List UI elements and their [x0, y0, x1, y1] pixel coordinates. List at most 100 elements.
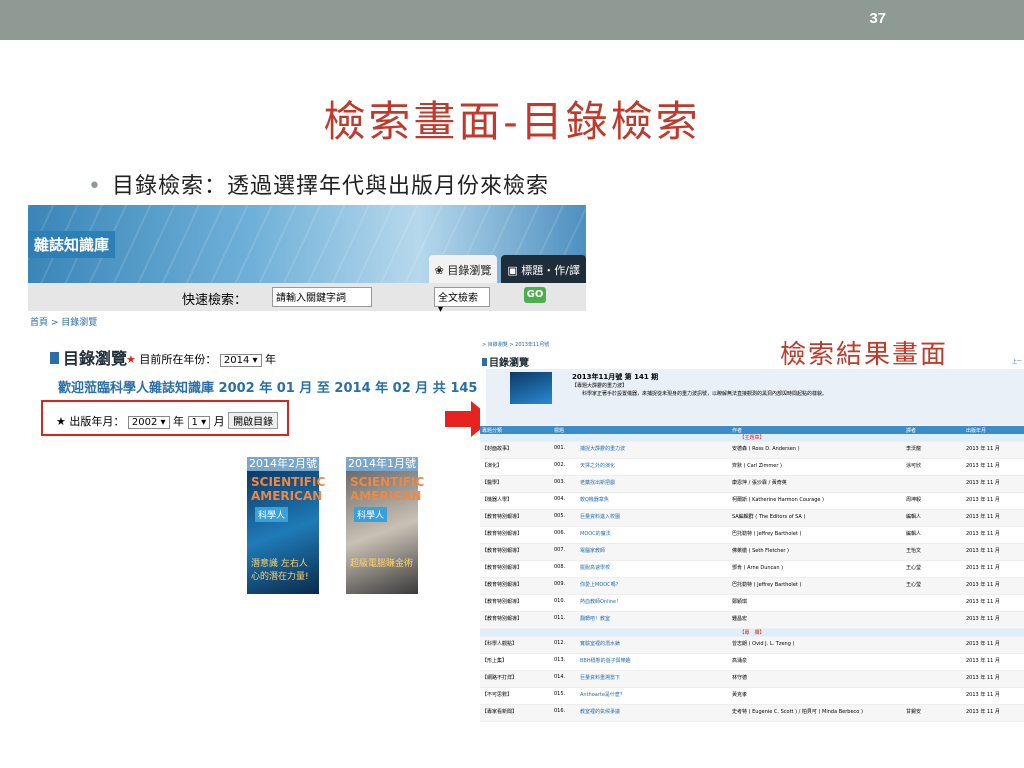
- issue-heading: 2013年11月號 第 141 期: [572, 373, 659, 381]
- pub-month-select[interactable]: 1 ▾: [187, 416, 211, 429]
- open-catalog-button[interactable]: 開啟目錄: [228, 412, 279, 429]
- date-cell: 2013 年 11 月: [964, 458, 1024, 476]
- title-link[interactable]: 天擇之外的演化: [578, 458, 730, 476]
- table-row: 【專家看新聞】 016. 教室裡的氣候爭議 史考特 ( Eugenie C. Scot…: [480, 704, 1024, 722]
- table-row: 【教育特別報導】 005. 巨量資料進入校園 SA編輯群 ( The Editors …: [480, 509, 1024, 527]
- magazine-cover[interactable]: 2014年2月號 SCIENTIFIC AMERICAN 科學人 潛意識 左右人…: [247, 457, 325, 594]
- nav-tabs: ❀ 目錄瀏覽 ▣ 標題・作/譯: [428, 255, 586, 283]
- number-cell: 015.: [552, 687, 578, 705]
- category-cell: 【科學人觀點】: [480, 636, 552, 654]
- category-cell: 【教育特別報導】: [480, 543, 552, 561]
- search-scope-select[interactable]: 全文檢索 ▾: [434, 287, 490, 315]
- cover-label: 2014年2月號: [247, 457, 319, 471]
- title-link[interactable]: 巨量資料重溯當下: [578, 670, 730, 688]
- table-row: 【形上集】 013. BBH穩態的遊子與樂趣 高涌泉 2013 年 11 月: [480, 653, 1024, 671]
- table-header-row: 專題分類 標題 作者 譯者 出版年月: [480, 426, 1024, 434]
- translator-cell: 王怡文: [904, 543, 964, 561]
- title-link[interactable]: 你愛上MOOC嗎？: [578, 577, 730, 595]
- author-cell: 鍾昌宏: [730, 611, 904, 629]
- title-link[interactable]: 老藥找出新把戲: [578, 475, 730, 493]
- table-section-row: 【主題章】: [480, 434, 1024, 442]
- current-year-line: ★ 目前所在年份： 2014 ▾ 年: [126, 353, 277, 367]
- col-author: 作者: [730, 426, 904, 434]
- title-link[interactable]: 熱血教師Online！: [578, 594, 730, 612]
- magazine-cover[interactable]: 2014年1月號 SCIENTIFIC AMERICAN 科學人 超級電腦賺金術: [346, 457, 424, 594]
- current-year-select[interactable]: 2014 ▾: [219, 354, 262, 367]
- title-link[interactable]: MOOC的魔法: [578, 526, 730, 544]
- author-cell: 巴托勒特 ( Jeffrey Bartholet ): [730, 577, 904, 595]
- number-cell: 013.: [552, 653, 578, 671]
- author-cell: 柯爾斯 ( Katherine Harmon Courage ): [730, 492, 904, 510]
- table-row: 【醫學】 003. 老藥找出新把戲 康恩萍 / 張沙霖 / 黃奇英 2013 年 11 …: [480, 475, 1024, 493]
- date-cell: 2013 年 11 月: [964, 636, 1024, 654]
- tab-catalog-browse[interactable]: ❀ 目錄瀏覽: [428, 255, 498, 283]
- date-cell: 2013 年 11 月: [964, 509, 1024, 527]
- date-cell: 2013 年 11 月: [964, 543, 1024, 561]
- title-link[interactable]: 實驗室裡的潛水錶: [578, 636, 730, 654]
- number-cell: 006.: [552, 526, 578, 544]
- title-link[interactable]: 教室裡的氣候爭議: [578, 704, 730, 722]
- col-category: 專題分類: [480, 426, 552, 434]
- table-row: 【教育特別報導】 011. 翻轉吧！教室 鍾昌宏 2013 年 11 月: [480, 611, 1024, 629]
- result-section-title: 目錄瀏覽: [482, 354, 529, 369]
- go-button[interactable]: GO: [524, 287, 546, 303]
- search-icon: ▣: [507, 264, 522, 277]
- number-cell: 005.: [552, 509, 578, 527]
- issue-cover-thumbnail[interactable]: [510, 372, 552, 404]
- title-link[interactable]: BBH穩態的遊子與樂趣: [578, 653, 730, 671]
- translator-cell: 編輯人: [904, 509, 964, 527]
- category-cell: 【教育特別報導】: [480, 611, 552, 629]
- article-table: 專題分類 標題 作者 譯者 出版年月 【主題章】 【封面故事】 001. 捕捉大霹靂的…: [480, 426, 1024, 722]
- number-cell: 016.: [552, 704, 578, 722]
- title-link[interactable]: 擺脫高速學校: [578, 560, 730, 578]
- translator-cell: 周坤毅: [904, 492, 964, 510]
- date-cell: 2013 年 11 月: [964, 526, 1024, 544]
- search-result-screenshot: > 目錄瀏覽 > 2013年11月號 目錄瀏覽 上一 檢索結果畫面 2013年1…: [480, 338, 1024, 768]
- title-link[interactable]: 軟Q機器章魚: [578, 492, 730, 510]
- author-cell: 林守德: [730, 670, 904, 688]
- pub-year-select[interactable]: 2002 ▾: [127, 416, 170, 429]
- section-label: 【專 欄】: [480, 628, 1024, 637]
- title-link[interactable]: Anthoarte是什麼？: [578, 687, 730, 705]
- table-row: 【網路不打烊】 014. 巨量資料重溯當下 林守德 2013 年 11 月: [480, 670, 1024, 688]
- translator-cell: [904, 653, 964, 671]
- table-row: 【教育特別報導】 010. 熱血教師Online！ 鄭穎琪 2013 年 11 月: [480, 594, 1024, 612]
- translator-cell: 編輯人: [904, 526, 964, 544]
- author-cell: 齊默 ( Carl Zimmer ): [730, 458, 904, 476]
- number-cell: 004.: [552, 492, 578, 510]
- translator-cell: 王心瑩: [904, 577, 964, 595]
- prev-link[interactable]: 上一: [1012, 358, 1022, 365]
- author-cell: 巴托勒特 ( Jeffrey Bartholet ): [730, 526, 904, 544]
- tab-title-author[interactable]: ▣ 標題・作/譯: [501, 255, 586, 283]
- author-cell: 黃克孝: [730, 687, 904, 705]
- author-cell: 佛萊徹 ( Seth Fletcher ): [730, 543, 904, 561]
- title-link[interactable]: 翻轉吧！教室: [578, 611, 730, 629]
- author-cell: 康恩萍 / 張沙霖 / 黃奇英: [730, 475, 904, 493]
- number-cell: 001.: [552, 441, 578, 459]
- welcome-text: 歡迎蒞臨科學人雜誌知識庫 2002 年 01 月 至 2014 年 02 月 共…: [58, 381, 495, 396]
- translator-cell: [904, 611, 964, 629]
- table-row: 【機器人學】 004. 軟Q機器章魚 柯爾斯 ( Katherine Harmon C…: [480, 492, 1024, 510]
- cover-label: 2014年1月號: [346, 457, 418, 471]
- category-cell: 【演化】: [480, 458, 552, 476]
- issue-description: 科學家正著手於設置儀器，來捕捉從未現身的重力波訊號，以瞭解無法直接觀測的黑洞內部…: [582, 391, 828, 397]
- date-cell: 2013 年 11 月: [964, 687, 1024, 705]
- author-cell: 安德森 ( Ross D. Andersen ): [730, 441, 904, 459]
- date-cell: 2013 年 11 月: [964, 577, 1024, 595]
- table-row: 【封面故事】 001. 捕捉大霹靂的重力波 安德森 ( Ross D. Anderse…: [480, 441, 1024, 459]
- title-link[interactable]: 捕捉大霹靂的重力波: [578, 441, 730, 459]
- issue-subtitle: 【專題大霹靂的重力波】: [572, 383, 628, 389]
- section-label: 【主題章】: [480, 434, 1024, 442]
- breadcrumb[interactable]: 首頁 > 目錄瀏覽: [30, 315, 97, 328]
- cover-image: SCIENTIFIC AMERICAN 科學人 超級電腦賺金術: [346, 471, 424, 594]
- category-cell: 【專家看新聞】: [480, 704, 552, 722]
- title-link[interactable]: 電腦家教師: [578, 543, 730, 561]
- title-link[interactable]: 巨量資料進入校園: [578, 509, 730, 527]
- star-icon: ★: [56, 415, 70, 428]
- result-breadcrumb[interactable]: > 目錄瀏覽 > 2013年11月號: [482, 341, 549, 348]
- category-cell: 【醫學】: [480, 475, 552, 493]
- search-input[interactable]: 請輸入關鍵字詞: [272, 287, 372, 307]
- col-spacer: [578, 426, 730, 434]
- col-date: 出版年月: [964, 426, 1024, 434]
- bullet-text: 目錄檢索：透過選擇年代與出版月份來檢索: [111, 174, 549, 199]
